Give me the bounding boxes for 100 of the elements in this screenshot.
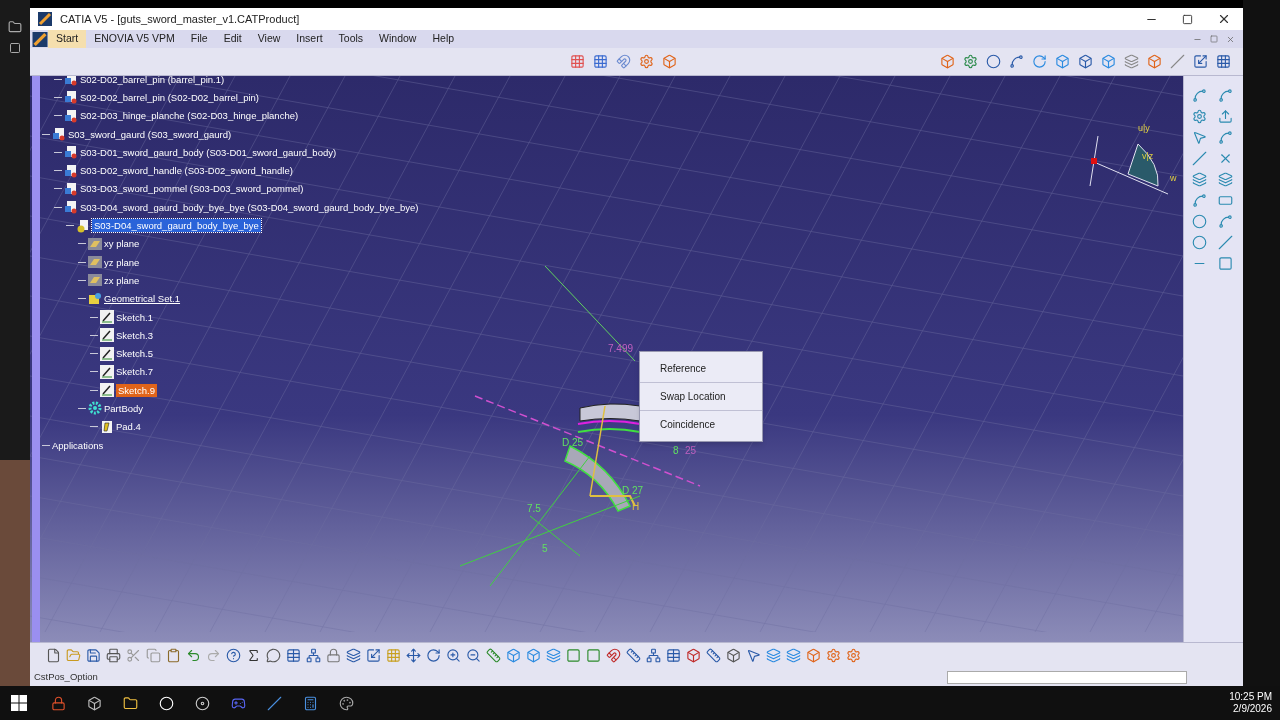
rectangle-icon[interactable] <box>1217 193 1233 208</box>
layers-icon[interactable] <box>546 648 561 663</box>
file-icon[interactable] <box>46 648 61 663</box>
command-input-field[interactable] <box>947 670 1187 684</box>
scissors-icon[interactable] <box>126 648 141 663</box>
disc-icon[interactable] <box>195 695 210 711</box>
magnet-icon[interactable] <box>606 648 621 663</box>
gear-icon[interactable] <box>846 648 861 663</box>
cube-icon[interactable] <box>1101 54 1116 69</box>
gear-icon[interactable] <box>826 648 841 663</box>
menu-item[interactable]: View <box>249 30 289 48</box>
cursor-icon[interactable] <box>1192 130 1207 145</box>
tree-item[interactable]: Sketch.9 <box>116 383 157 397</box>
cube-icon[interactable] <box>662 54 677 69</box>
cursor-icon[interactable] <box>746 648 761 663</box>
zoom-out-icon[interactable] <box>466 648 481 663</box>
cube-icon[interactable] <box>1055 54 1070 69</box>
line-icon[interactable] <box>1217 235 1233 250</box>
curve-icon[interactable] <box>1009 54 1024 69</box>
menu-item[interactable]: Insert <box>288 30 331 48</box>
tree-item[interactable]: zx plane <box>104 273 140 287</box>
layers-icon[interactable] <box>766 648 781 663</box>
pan-icon[interactable] <box>406 648 421 663</box>
context-menu-item[interactable]: Swap Location <box>640 382 762 410</box>
lock-icon[interactable] <box>326 648 341 663</box>
clipboard-icon[interactable] <box>166 648 181 663</box>
circle-icon[interactable] <box>1192 214 1207 229</box>
tree-item[interactable]: S03-D02_sword_handle (S03-D02_sword_handle) <box>80 164 293 178</box>
cube-icon[interactable] <box>806 648 821 663</box>
scrollbar[interactable] <box>32 76 40 642</box>
arc-icon[interactable] <box>1217 130 1233 145</box>
tree-item[interactable]: S03_sword_gaurd (S03_sword_gaurd) <box>68 127 232 141</box>
magnet-icon[interactable] <box>616 54 631 69</box>
grid-icon[interactable] <box>570 54 585 69</box>
cube-icon[interactable] <box>940 54 955 69</box>
tree-item[interactable]: Sketch.3 <box>116 328 153 342</box>
menu-item[interactable]: ENOVIA V5 VPM <box>86 30 183 48</box>
grid-icon[interactable] <box>1216 54 1231 69</box>
tree-item[interactable]: Geometrical Set.1 <box>104 292 181 306</box>
square-icon[interactable] <box>566 648 581 663</box>
maximize-icon[interactable] <box>1182 13 1193 25</box>
undo-icon[interactable] <box>186 648 201 663</box>
context-menu-item[interactable]: Coincidence <box>640 410 762 438</box>
formula-icon[interactable] <box>246 648 261 663</box>
gamepad-icon[interactable] <box>231 695 246 711</box>
cube-icon[interactable] <box>726 648 741 663</box>
folder-icon[interactable] <box>123 695 138 711</box>
redo-icon[interactable] <box>206 648 221 663</box>
printer-icon[interactable] <box>106 648 121 663</box>
menu-item[interactable]: Tools <box>330 30 372 48</box>
network-icon[interactable] <box>646 648 661 663</box>
tree-item[interactable]: S02-D03_hinge_planche (S02-D03_hinge_planche) <box>80 109 299 123</box>
ruler-icon[interactable] <box>706 648 721 663</box>
speech-bubble-icon[interactable] <box>266 648 281 663</box>
square-icon[interactable] <box>586 648 601 663</box>
ellipse-icon[interactable] <box>1192 235 1207 250</box>
context-menu-item[interactable]: Reference <box>640 355 762 382</box>
rotate-icon[interactable] <box>1032 54 1047 69</box>
tree-item[interactable]: PartBody <box>104 402 144 415</box>
cube-icon[interactable] <box>1147 54 1162 69</box>
table-icon[interactable] <box>286 648 301 663</box>
grid-icon[interactable] <box>593 54 608 69</box>
tree-item[interactable]: S02-D02_barrel_pin (barrel_pin.1) <box>80 76 225 86</box>
folder-icon[interactable] <box>8 20 22 34</box>
ruler-icon[interactable] <box>486 648 501 663</box>
network-icon[interactable] <box>306 648 321 663</box>
layers-icon[interactable] <box>1124 54 1139 69</box>
menu-item[interactable]: Help <box>424 30 463 48</box>
save-icon[interactable] <box>86 648 101 663</box>
cube-icon[interactable] <box>506 648 521 663</box>
restore-icon[interactable] <box>1210 34 1218 43</box>
tree-item[interactable]: S03-D03_sword_pommel (S03-D03_sword_pommel) <box>80 182 304 196</box>
record-icon[interactable] <box>159 695 174 711</box>
curve-icon[interactable] <box>1217 88 1233 103</box>
tree-item[interactable]: S03-D04_sword_gaurd_body_bye_bye (S03-D04_sword_gaurd_body_bye_bye) <box>80 200 419 214</box>
table-icon[interactable] <box>666 648 681 663</box>
close-icon[interactable] <box>1217 12 1231 26</box>
tree-item[interactable]: S02-D02_barrel_pin (S02-D02_barrel_pin) <box>80 90 260 104</box>
gear-icon[interactable] <box>639 54 654 69</box>
tree-item[interactable]: xy plane <box>104 237 140 251</box>
gear-icon[interactable] <box>963 54 978 69</box>
tree-item[interactable]: Applications <box>52 438 104 452</box>
cube-icon[interactable] <box>1078 54 1093 69</box>
menu-item[interactable]: File <box>182 30 216 48</box>
ruler-icon[interactable] <box>626 648 641 663</box>
help-icon[interactable] <box>226 648 241 663</box>
menu-item[interactable]: Window <box>371 30 425 48</box>
palette-icon[interactable] <box>339 695 354 711</box>
menu-item[interactable]: Edit <box>215 30 250 48</box>
layers-icon[interactable] <box>786 648 801 663</box>
cube-icon[interactable] <box>526 648 541 663</box>
cube-icon[interactable] <box>686 648 701 663</box>
layers-icon[interactable] <box>346 648 361 663</box>
tree-item[interactable]: Pad.4 <box>116 420 141 434</box>
tree-item[interactable]: Sketch.7 <box>116 365 153 379</box>
zoom-in-icon[interactable] <box>446 648 461 663</box>
windows-logo-icon[interactable] <box>11 695 27 711</box>
spline-icon[interactable] <box>1217 214 1233 229</box>
curve-icon[interactable] <box>1192 88 1207 103</box>
menu-item[interactable]: Start <box>48 30 87 48</box>
